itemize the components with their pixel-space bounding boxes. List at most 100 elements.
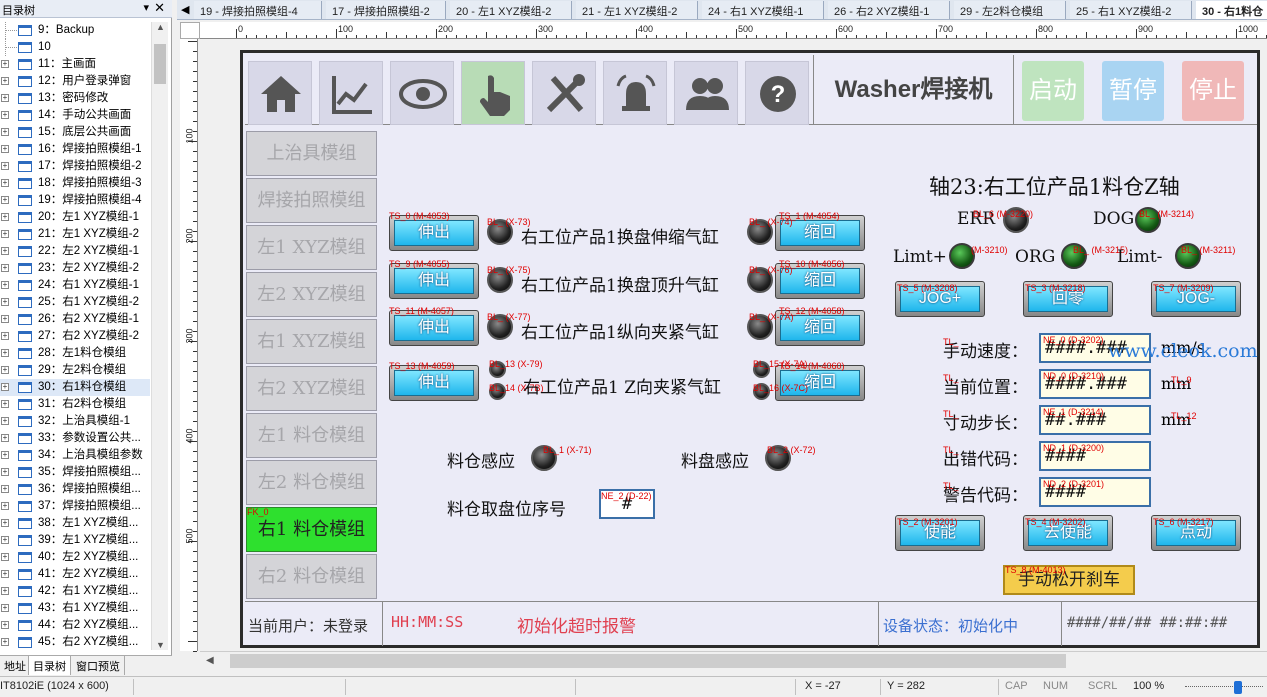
tree-item[interactable]: +25：右1 XYZ模组-2 [0,294,150,311]
document-tab[interactable]: 29 - 左2料仓模组 [954,1,1066,19]
tree-scrollbar[interactable]: ▲ ▼ [151,22,168,650]
tree-item[interactable]: +33：参数设置公共... [0,430,150,447]
tab-scroll-left-icon[interactable]: ◀ [181,3,189,16]
expand-icon[interactable]: + [1,111,9,119]
tree-item[interactable]: +34：上治具模组参数 [0,447,150,464]
expand-icon[interactable]: + [1,145,9,153]
tree-item[interactable]: +18：焊接拍照模组-3 [0,175,150,192]
scroll-left-icon[interactable]: ◀ [206,655,214,666]
tab-directory-tree[interactable]: 目录树 [28,656,71,675]
expand-icon[interactable]: + [1,536,9,544]
sidebar-module-button[interactable]: 左1 料仓模组 [246,413,377,458]
tree-item[interactable]: +20：左1 XYZ模组-1 [0,209,150,226]
tree-item[interactable]: +24：右1 XYZ模组-1 [0,277,150,294]
tree-item[interactable]: +43：右1 XYZ模组... [0,600,150,617]
tree-item[interactable]: +39：左1 XYZ模组... [0,532,150,549]
sidebar-module-button[interactable]: 焊接拍照模组 [246,178,377,223]
expand-icon[interactable]: + [1,264,9,272]
tree-item[interactable]: +40：左2 XYZ模组... [0,549,150,566]
tab-address[interactable]: 地址 [0,656,31,675]
expand-icon[interactable]: + [1,315,9,323]
sidebar-module-button[interactable]: 右2 料仓模组 [246,554,377,599]
document-tab[interactable]: 24 - 右1 XYZ模组-1 [702,1,824,19]
expand-icon[interactable]: + [1,281,9,289]
chart-button[interactable] [319,61,383,125]
document-tab[interactable]: 26 - 右2 XYZ模组-1 [828,1,950,19]
expand-icon[interactable]: + [1,434,9,442]
expand-icon[interactable]: + [1,332,9,340]
zoom-slider[interactable] [1185,686,1263,689]
stop-button[interactable]: 停止 [1182,61,1244,121]
tree-item[interactable]: +14：手动公共画面 [0,107,150,124]
document-tab[interactable]: 20 - 左1 XYZ模组-2 [450,1,572,19]
tree-item[interactable]: +30：右1料仓模组 [0,379,150,396]
expand-icon[interactable]: + [1,213,9,221]
tree-item[interactable]: +38：左1 XYZ模组... [0,515,150,532]
tree-item[interactable]: +44：右2 XYZ模组... [0,617,150,634]
expand-icon[interactable]: + [1,451,9,459]
expand-icon[interactable]: + [1,230,9,238]
pause-button[interactable]: 暂停 [1102,61,1164,121]
tree-item[interactable]: +36：焊接拍照模组... [0,481,150,498]
expand-icon[interactable]: + [1,162,9,170]
expand-icon[interactable]: + [1,77,9,85]
expand-icon[interactable]: + [1,502,9,510]
document-tab[interactable]: 17 - 焊接拍照模组-2 [326,1,446,19]
document-tab[interactable]: 21 - 左1 XYZ模组-2 [576,1,698,19]
expand-icon[interactable]: + [1,638,9,646]
tree-item[interactable]: +27：右2 XYZ模组-2 [0,328,150,345]
home-button[interactable] [248,61,312,125]
expand-icon[interactable]: + [1,60,9,68]
hscroll-thumb[interactable] [230,654,1066,668]
close-icon[interactable]: ✕ [154,0,165,16]
document-tab[interactable]: 25 - 右1 XYZ模组-2 [1070,1,1192,19]
expand-icon[interactable]: + [1,247,9,255]
sidebar-module-button[interactable]: 右1 XYZ模组 [246,319,377,364]
sidebar-module-button[interactable]: 上治具模组 [246,131,377,176]
sidebar-module-button[interactable]: 左2 料仓模组 [246,460,377,505]
tree-item[interactable]: +11：主画面 [0,56,150,73]
expand-icon[interactable]: + [1,179,9,187]
expand-icon[interactable]: + [1,298,9,306]
scroll-down-icon[interactable]: ▼ [152,640,169,650]
expand-icon[interactable]: + [1,94,9,102]
zoom-slider-thumb[interactable] [1234,681,1242,694]
tree-item[interactable]: +35：焊接拍照模组... [0,464,150,481]
tree-item[interactable]: 10 [0,39,150,56]
expand-icon[interactable]: + [1,604,9,612]
tree-item[interactable]: +23：左2 XYZ模组-2 [0,260,150,277]
expand-icon[interactable]: + [1,417,9,425]
tree-item[interactable]: +13：密码修改 [0,90,150,107]
expand-icon[interactable]: + [1,519,9,527]
tree-item[interactable]: +26：右2 XYZ模组-1 [0,311,150,328]
expand-icon[interactable]: + [1,383,9,391]
tree-item[interactable]: +17：焊接拍照模组-2 [0,158,150,175]
tree-item[interactable]: +32：上治具模组-1 [0,413,150,430]
help-button[interactable]: ? [745,61,809,125]
expand-icon[interactable]: + [1,349,9,357]
tree-item[interactable]: +42：右1 XYZ模组... [0,583,150,600]
alarm-button[interactable] [603,61,667,125]
expand-icon[interactable]: + [1,366,9,374]
sidebar-module-button[interactable]: 左2 XYZ模组 [246,272,377,317]
document-tab[interactable]: 30 - 右1料仓 [1196,1,1267,19]
expand-icon[interactable]: + [1,485,9,493]
monitor-button[interactable] [390,61,454,125]
scrollbar-thumb[interactable] [154,44,166,84]
expand-icon[interactable]: + [1,570,9,578]
tree-item[interactable]: +16：焊接拍照模组-1 [0,141,150,158]
tree-item[interactable]: +22：左2 XYZ模组-1 [0,243,150,260]
users-button[interactable] [674,61,738,125]
start-button[interactable]: 启动 [1022,61,1084,121]
tree-item[interactable]: +37：焊接拍照模组... [0,498,150,515]
expand-icon[interactable]: + [1,196,9,204]
expand-icon[interactable]: + [1,128,9,136]
expand-icon[interactable]: + [1,400,9,408]
pin-icon[interactable]: ▾ [143,1,149,14]
tab-window-preview[interactable]: 窗口预览 [72,656,125,675]
sidebar-module-button[interactable]: 左1 XYZ模组 [246,225,377,270]
tree-item[interactable]: +12：用户登录弹窗 [0,73,150,90]
manual-button[interactable] [461,61,525,125]
document-tab[interactable]: 19 - 焊接拍照模组-4 [194,1,322,19]
sidebar-module-button[interactable]: 右2 XYZ模组 [246,366,377,411]
